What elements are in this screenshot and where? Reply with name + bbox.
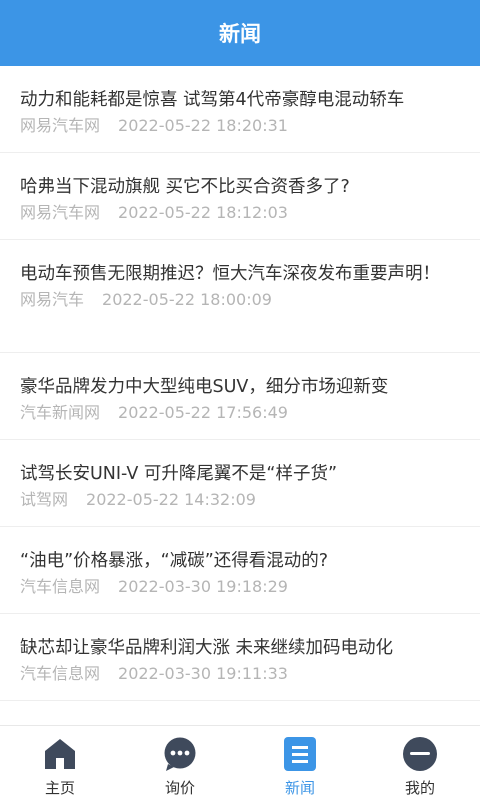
- tab-news[interactable]: 新闻: [240, 726, 360, 800]
- news-time: 2022-05-22 18:20:31: [118, 116, 288, 135]
- news-item[interactable]: 哈弗当下混动旗舰 买它不比买合资香多了? 网易汽车网 2022-05-22 18:…: [0, 153, 480, 240]
- tab-label: 新闻: [284, 779, 315, 797]
- news-item[interactable]: 豪华品牌发力中大型纯电SUV，细分市场迎新变 汽车新闻网 2022-05-22 1…: [0, 353, 480, 440]
- chat-icon: [164, 737, 196, 771]
- news-icon: [284, 737, 316, 771]
- news-time: 2022-05-22 18:12:03: [118, 203, 288, 222]
- news-meta: 汽车新闻网 2022-05-22 17:56:49: [20, 402, 460, 424]
- tab-inquiry[interactable]: 询价: [120, 726, 240, 800]
- news-title: 试驾长安UNI-V 可升降尾翼不是“样子货”: [20, 464, 338, 484]
- tab-profile[interactable]: 我的: [360, 726, 480, 800]
- news-time: 2022-05-22 17:56:49: [118, 403, 288, 422]
- news-meta: 网易汽车网 2022-05-22 18:20:31: [20, 115, 460, 137]
- news-source: 试驾网: [20, 490, 69, 509]
- news-title: 缺芯却让豪华品牌利润大涨 未来继续加码电动化: [20, 638, 394, 658]
- profile-icon: [403, 737, 437, 771]
- news-item[interactable]: 动力和能耗都是惊喜 试驾第4代帝豪醇电混动轿车 网易汽车网 2022-05-22 …: [0, 66, 480, 153]
- news-item[interactable]: “油电”价格暴涨，“减碳”还得看混动的? 汽车信息网 2022-03-30 19:…: [0, 527, 480, 614]
- news-time: 2022-03-30 19:18:29: [118, 577, 288, 596]
- news-meta: 汽车信息网 2022-03-30 19:18:29: [20, 576, 460, 598]
- news-title: 电动车预售无限期推迟？恒大汽车深夜发布重要声明！: [20, 264, 440, 284]
- tab-label: 我的: [404, 779, 435, 797]
- news-item[interactable]: 电动车预售无限期推迟？恒大汽车深夜发布重要声明！ 网易汽车 2022-05-22 …: [0, 240, 480, 353]
- home-icon: [45, 739, 75, 769]
- news-title: 豪华品牌发力中大型纯电SUV，细分市场迎新变: [20, 377, 389, 397]
- news-list[interactable]: 动力和能耗都是惊喜 试驾第4代帝豪醇电混动轿车 网易汽车网 2022-05-22 …: [0, 66, 480, 726]
- news-item[interactable]: 试驾长安UNI-V 可升降尾翼不是“样子货” 试驾网 2022-05-22 14:…: [0, 440, 480, 527]
- header-bar: 新闻: [0, 0, 480, 66]
- news-source: 汽车信息网: [20, 577, 101, 596]
- news-source: 汽车信息网: [20, 664, 101, 683]
- news-meta: 试驾网 2022-05-22 14:32:09: [20, 489, 460, 511]
- news-meta: 汽车信息网 2022-03-30 19:11:33: [20, 663, 460, 685]
- news-meta: 网易汽车网 2022-05-22 18:12:03: [20, 202, 460, 224]
- news-source: 网易汽车: [20, 290, 85, 309]
- news-item-partial[interactable]: [0, 701, 480, 726]
- news-meta: 网易汽车 2022-05-22 18:00:09: [20, 289, 460, 311]
- news-time: 2022-03-30 19:11:33: [118, 664, 288, 683]
- news-source: 汽车新闻网: [20, 403, 101, 422]
- news-item[interactable]: 缺芯却让豪华品牌利润大涨 未来继续加码电动化 汽车信息网 2022-03-30 1…: [0, 614, 480, 701]
- news-source: 网易汽车网: [20, 203, 101, 222]
- tab-label: 询价: [164, 779, 195, 797]
- news-title: 动力和能耗都是惊喜 试驾第4代帝豪醇电混动轿车: [20, 90, 405, 110]
- tab-label: 主页: [44, 779, 75, 797]
- news-time: 2022-05-22 14:32:09: [86, 490, 256, 509]
- news-title: 哈弗当下混动旗舰 买它不比买合资香多了?: [20, 177, 350, 197]
- page-title: 新闻: [219, 22, 261, 46]
- bottom-tab-bar: 主页 询价 新闻 我的: [0, 725, 480, 800]
- news-source: 网易汽车网: [20, 116, 101, 135]
- tab-home[interactable]: 主页: [0, 726, 120, 800]
- news-title: “油电”价格暴涨，“减碳”还得看混动的?: [20, 551, 329, 571]
- news-time: 2022-05-22 18:00:09: [102, 290, 272, 309]
